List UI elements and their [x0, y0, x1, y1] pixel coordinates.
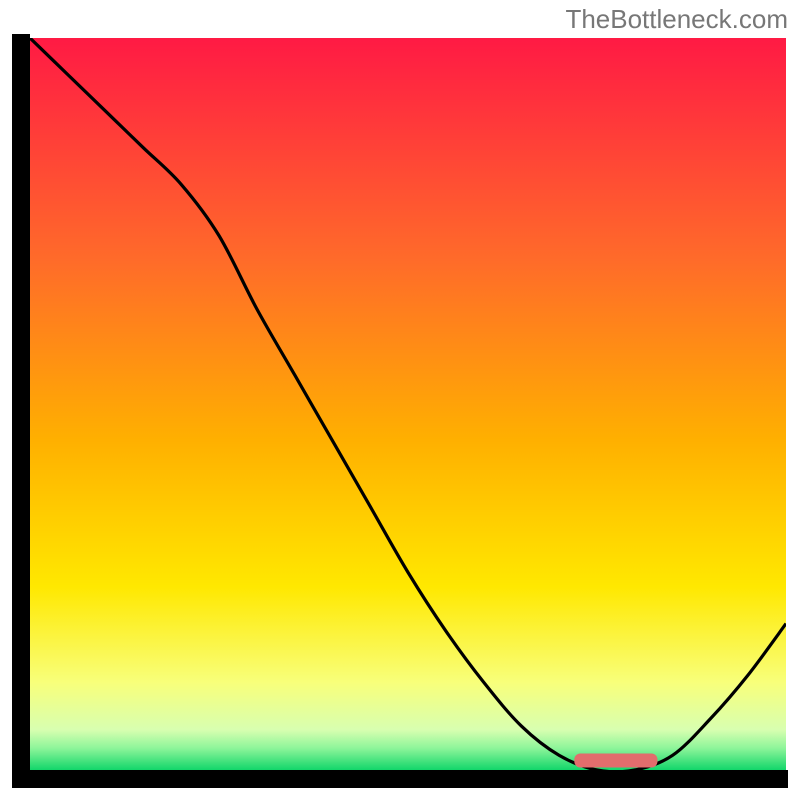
axis-frame	[12, 770, 788, 788]
watermark-text: TheBottleneck.com	[565, 4, 788, 35]
chart-container: { "watermark": "TheBottleneck.com", "cha…	[0, 0, 800, 800]
optimal-zone-marker	[574, 753, 657, 767]
bottleneck-chart	[0, 0, 800, 800]
axis-frame	[12, 34, 30, 788]
